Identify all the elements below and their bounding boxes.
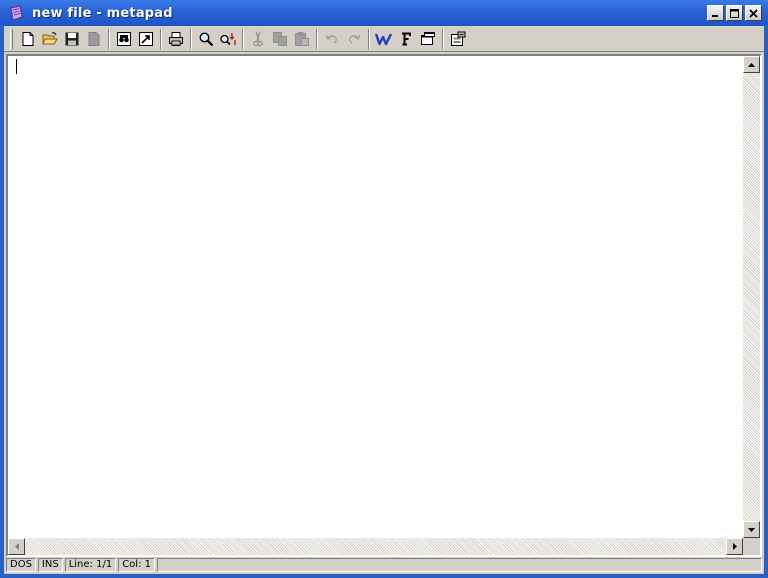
minimize-button[interactable] bbox=[707, 5, 724, 21]
scroll-up-button[interactable] bbox=[743, 56, 760, 73]
close-button[interactable] bbox=[745, 5, 762, 21]
status-insert-mode: INS bbox=[37, 558, 63, 572]
arrow-down-icon bbox=[748, 527, 755, 532]
word-wrap-button[interactable] bbox=[373, 28, 395, 50]
toolbar-separator bbox=[316, 28, 318, 49]
font-f-icon bbox=[402, 32, 411, 45]
scrollbar-corner bbox=[743, 538, 760, 555]
always-on-top-button[interactable] bbox=[417, 28, 439, 50]
text-editor[interactable] bbox=[6, 54, 762, 557]
new-file-button[interactable] bbox=[17, 28, 39, 50]
status-empty-panel bbox=[156, 558, 762, 572]
printer-icon bbox=[169, 31, 183, 46]
toolbar-separator bbox=[368, 28, 370, 49]
redo-button bbox=[343, 28, 365, 50]
paste-button bbox=[291, 28, 313, 50]
toolbar-separator bbox=[160, 28, 162, 49]
arrow-up-icon bbox=[748, 62, 755, 67]
save-button[interactable] bbox=[61, 28, 83, 50]
document-gray-icon bbox=[88, 31, 100, 46]
minimize-icon bbox=[712, 14, 718, 17]
toolbar-separator bbox=[242, 28, 244, 49]
vertical-scrollbar[interactable] bbox=[743, 56, 760, 538]
text-caret bbox=[16, 59, 17, 74]
status-line-ending: DOS bbox=[6, 558, 36, 572]
editor-text-area[interactable] bbox=[8, 56, 743, 538]
window-on-top-icon bbox=[421, 31, 435, 45]
find-button[interactable] bbox=[195, 28, 217, 50]
window-controls bbox=[707, 5, 762, 21]
scroll-down-button[interactable] bbox=[743, 521, 760, 538]
settings-icon bbox=[451, 31, 466, 46]
arrow-right-icon bbox=[732, 543, 737, 550]
scroll-right-button[interactable] bbox=[726, 538, 743, 555]
cut-button bbox=[247, 28, 269, 50]
find-replace-icon bbox=[220, 32, 236, 45]
paste-icon bbox=[295, 31, 309, 46]
launch-secondary-button[interactable] bbox=[135, 28, 157, 50]
print-button[interactable] bbox=[165, 28, 187, 50]
horizontal-scrollbar[interactable] bbox=[8, 538, 743, 555]
metapad-app-icon bbox=[10, 5, 23, 21]
magnifier-icon bbox=[199, 31, 214, 46]
scissors-icon bbox=[253, 31, 263, 46]
metapad-window: new file - metapad DOS INS Line: 1/1 Col… bbox=[0, 0, 768, 578]
floppy-disk-icon bbox=[65, 32, 79, 45]
status-column: Col: 1 bbox=[118, 558, 155, 572]
font-button[interactable] bbox=[395, 28, 417, 50]
binoculars-icon bbox=[117, 31, 131, 46]
undo-icon bbox=[325, 34, 337, 44]
toolbar-separator bbox=[108, 28, 110, 49]
launch-viewer-button[interactable] bbox=[113, 28, 135, 50]
redo-icon bbox=[349, 34, 361, 44]
new-file-icon bbox=[22, 31, 34, 46]
open-file-button[interactable] bbox=[39, 28, 61, 50]
undo-button bbox=[321, 28, 343, 50]
external-arrow-icon bbox=[139, 31, 153, 46]
scroll-left-button[interactable] bbox=[8, 538, 25, 555]
toolbar-separator bbox=[442, 28, 444, 49]
title-bar[interactable]: new file - metapad bbox=[0, 0, 768, 26]
arrow-left-icon bbox=[14, 543, 19, 550]
settings-button[interactable] bbox=[447, 28, 469, 50]
window-title: new file - metapad bbox=[32, 5, 173, 21]
maximize-icon bbox=[730, 8, 739, 18]
replace-button[interactable] bbox=[217, 28, 239, 50]
save-as-button bbox=[83, 28, 105, 50]
word-wrap-w-icon bbox=[375, 32, 393, 45]
status-bar: DOS INS Line: 1/1 Col: 1 bbox=[6, 558, 762, 572]
copy-icon bbox=[273, 31, 287, 46]
maximize-button[interactable] bbox=[726, 5, 743, 21]
folder-open-icon bbox=[42, 31, 58, 44]
toolbar-separator bbox=[190, 28, 192, 49]
toolbar bbox=[4, 26, 764, 52]
close-icon bbox=[749, 8, 758, 18]
status-line: Line: 1/1 bbox=[64, 558, 117, 572]
toolbar-grip[interactable] bbox=[10, 28, 13, 49]
copy-button bbox=[269, 28, 291, 50]
